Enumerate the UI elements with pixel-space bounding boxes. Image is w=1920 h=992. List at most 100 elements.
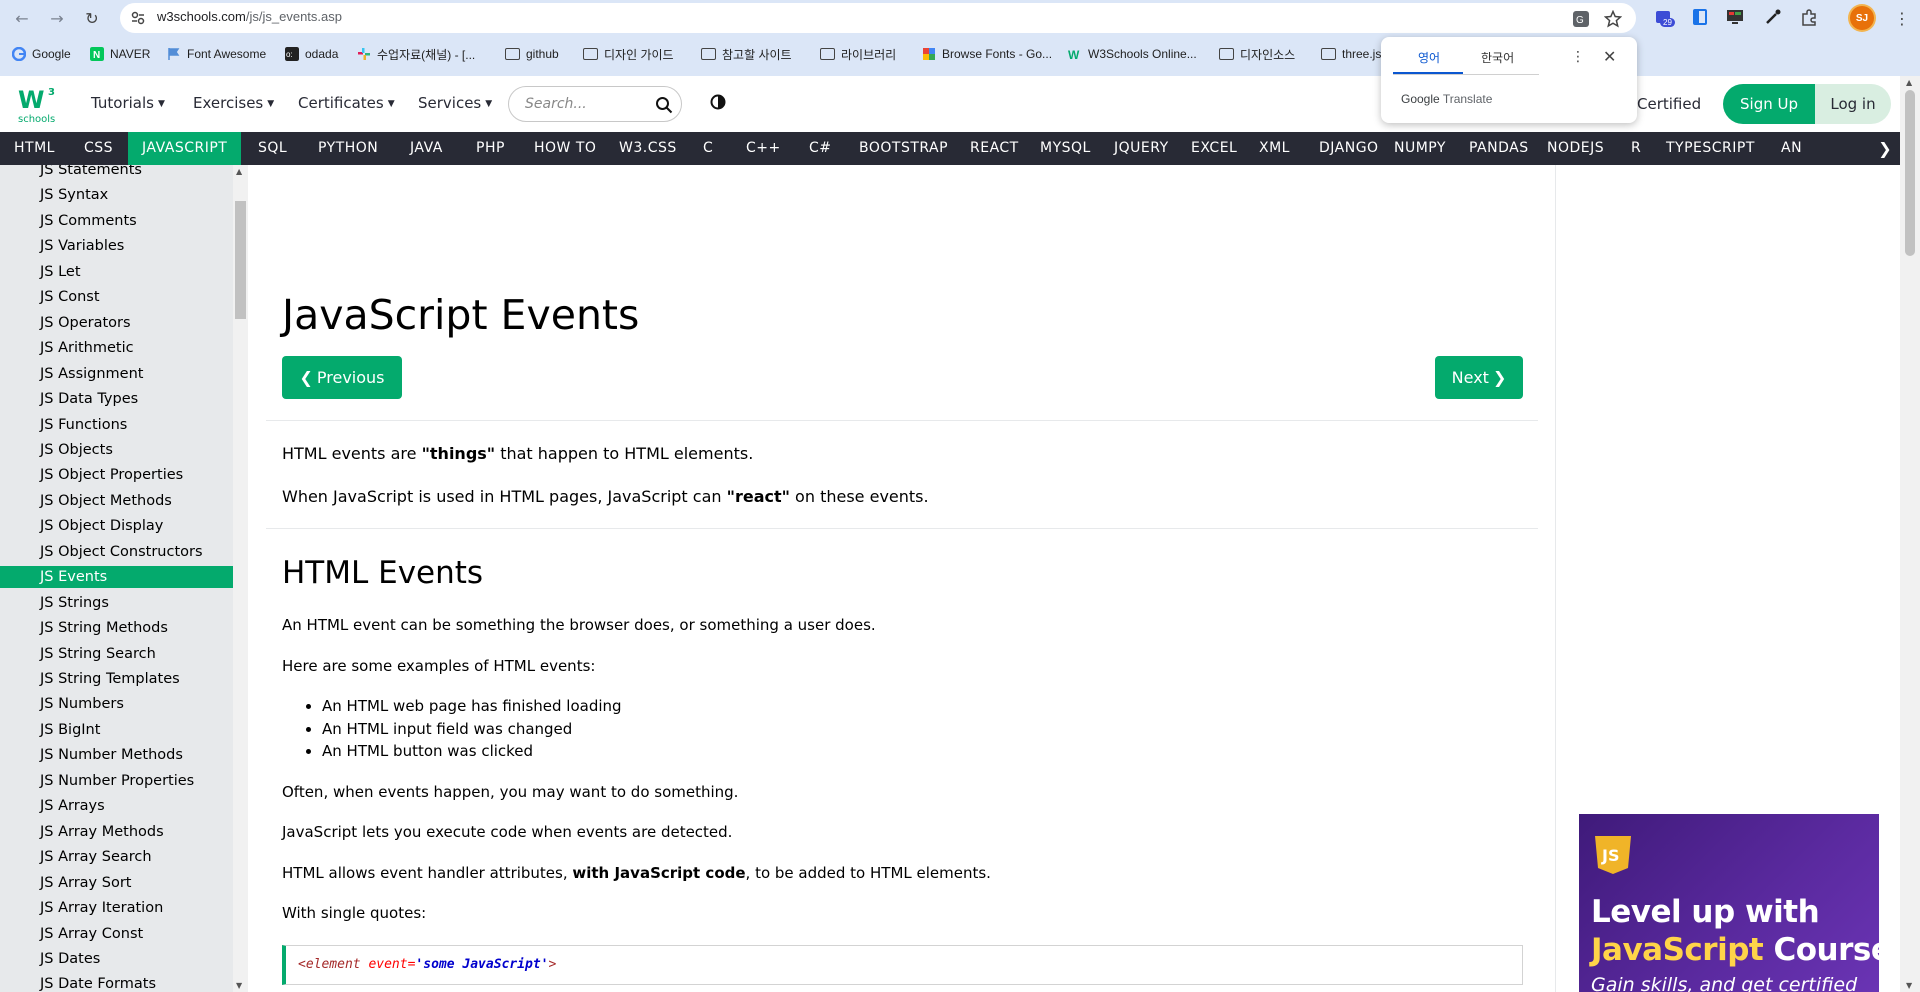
sidebar-item-js-comments[interactable]: JS Comments	[0, 210, 233, 232]
subject-tab-jquery[interactable]: JQUERY	[1100, 132, 1183, 165]
sidebar-item-js-operators[interactable]: JS Operators	[0, 312, 233, 334]
sidebar-item-js-objects[interactable]: JS Objects	[0, 439, 233, 461]
bookmark-design-source[interactable]: 디자인소스	[1219, 44, 1295, 64]
subject-tab-css[interactable]: CSS	[70, 132, 127, 165]
sidebar-scrollbar[interactable]: ▲ ▼	[233, 165, 248, 992]
bookmark-slack[interactable]: 수업자료(채널) - [...	[357, 44, 475, 64]
subject-tab-python[interactable]: PYTHON	[304, 132, 392, 165]
bookmark-font-awesome[interactable]: Font Awesome	[167, 44, 266, 64]
url-text[interactable]: w3schools.com/js/js_events.asp	[157, 9, 342, 24]
sidebar-item-js-syntax[interactable]: JS Syntax	[0, 184, 233, 206]
translate-source-tab[interactable]: 영어	[1418, 49, 1440, 66]
more-options-icon[interactable]: ⋮	[1571, 49, 1585, 65]
previous-button[interactable]: ❮ Previous	[282, 356, 402, 399]
sidebar-item-js-array-sort[interactable]: JS Array Sort	[0, 872, 233, 894]
translate-icon[interactable]: G	[1572, 10, 1590, 28]
back-icon[interactable]: ←	[12, 8, 32, 28]
sidebar-item-js-string-templates[interactable]: JS String Templates	[0, 668, 233, 690]
subject-tab-c[interactable]: C	[689, 132, 727, 165]
subject-tab-typescript[interactable]: TYPESCRIPT	[1652, 132, 1769, 165]
subject-tab-r[interactable]: R	[1617, 132, 1655, 165]
sidebar-item-js-arithmetic[interactable]: JS Arithmetic	[0, 337, 233, 359]
subject-tab-c-[interactable]: C#	[795, 132, 846, 165]
page-scroll-thumb[interactable]	[1905, 90, 1915, 256]
sidebar-item-js-array-methods[interactable]: JS Array Methods	[0, 821, 233, 843]
log-in-button[interactable]: Log in	[1815, 84, 1891, 124]
profile-avatar[interactable]: SJ	[1850, 6, 1874, 30]
w3schools-logo[interactable]: W 3 schools	[16, 84, 60, 124]
sidebar-item-js-bigint[interactable]: JS BigInt	[0, 719, 233, 741]
subject-tab-numpy[interactable]: NUMPY	[1380, 132, 1460, 165]
subject-tab-w3-css[interactable]: W3.CSS	[605, 132, 691, 165]
exercises-menu[interactable]: Exercises ▼	[193, 94, 274, 112]
sidebar-item-js-numbers[interactable]: JS Numbers	[0, 693, 233, 715]
monitor-extension-icon[interactable]	[1725, 7, 1745, 27]
bookmark-library[interactable]: 라이브러리	[820, 44, 896, 64]
bookmark-github[interactable]: github	[505, 44, 559, 64]
scroll-down-icon[interactable]: ▼	[1906, 981, 1912, 990]
subject-tab-pandas[interactable]: PANDAS	[1455, 132, 1543, 165]
services-menu[interactable]: Services ▼	[418, 94, 492, 112]
sidebar-item-js-events[interactable]: JS Events	[0, 566, 233, 589]
subject-tab-java[interactable]: JAVA	[396, 132, 457, 165]
sidebar-item-js-object-constructors[interactable]: JS Object Constructors	[0, 541, 233, 563]
bookmark-w3schools[interactable]: W W3Schools Online...	[1068, 44, 1197, 64]
contrast-toggle-icon[interactable]	[710, 94, 726, 110]
search-icon[interactable]	[655, 96, 673, 114]
subject-tab-an[interactable]: AN	[1767, 132, 1816, 165]
sidebar-item-js-statements[interactable]: JS Statements	[0, 165, 233, 181]
sidebar-item-js-date-formats[interactable]: JS Date Formats	[0, 973, 233, 992]
sidebar-item-js-string-search[interactable]: JS String Search	[0, 643, 233, 665]
subject-tab-excel[interactable]: EXCEL	[1177, 132, 1251, 165]
sidebar-item-js-number-methods[interactable]: JS Number Methods	[0, 744, 233, 766]
sidebar-item-js-number-properties[interactable]: JS Number Properties	[0, 770, 233, 792]
sidebar-item-js-assignment[interactable]: JS Assignment	[0, 363, 233, 385]
certificates-menu[interactable]: Certificates ▼	[298, 94, 395, 112]
subject-tab-javascript[interactable]: JAVASCRIPT	[128, 132, 242, 165]
sidebar-item-js-array-search[interactable]: JS Array Search	[0, 846, 233, 868]
bookmark-google[interactable]: Google	[12, 44, 71, 64]
sidebar-item-js-array-iteration[interactable]: JS Array Iteration	[0, 897, 233, 919]
sidebar-item-js-data-types[interactable]: JS Data Types	[0, 388, 233, 410]
sidebar-item-js-arrays[interactable]: JS Arrays	[0, 795, 233, 817]
bookmark-design-guide[interactable]: 디자인 가이드	[583, 44, 674, 64]
bookmark-threejs[interactable]: three.js	[1321, 44, 1381, 64]
sidebar-item-js-functions[interactable]: JS Functions	[0, 414, 233, 436]
sidebar-item-js-object-display[interactable]: JS Object Display	[0, 515, 233, 537]
subject-tab-nodejs[interactable]: NODEJS	[1533, 132, 1618, 165]
sign-up-button[interactable]: Sign Up	[1723, 84, 1815, 124]
scroll-up-icon[interactable]: ▲	[1906, 78, 1912, 87]
chevron-right-icon[interactable]: ❯	[1870, 132, 1900, 165]
sidebar-item-js-const[interactable]: JS Const	[0, 286, 233, 308]
subject-tab-how-to[interactable]: HOW TO	[520, 132, 610, 165]
javascript-course-ad[interactable]: JS Level up with JavaScript Course Gain …	[1579, 814, 1879, 992]
subject-tab-bootstrap[interactable]: BOOTSTRAP	[845, 132, 962, 165]
subject-tab-html[interactable]: HTML	[0, 132, 69, 165]
subject-tab-react[interactable]: REACT	[956, 132, 1033, 165]
sidebar-item-js-object-methods[interactable]: JS Object Methods	[0, 490, 233, 512]
subject-tab-php[interactable]: PHP	[462, 132, 519, 165]
bookmark-google-fonts[interactable]: Browse Fonts - Go...	[922, 44, 1052, 64]
sidebar-item-js-let[interactable]: JS Let	[0, 261, 233, 283]
reader-icon[interactable]	[1690, 7, 1710, 27]
reload-icon[interactable]: ↻	[82, 8, 102, 28]
subject-tab-mysql[interactable]: MYSQL	[1026, 132, 1105, 165]
next-button[interactable]: Next ❯	[1435, 356, 1523, 399]
browser-menu-icon[interactable]: ⋮	[1892, 8, 1912, 28]
bookmark-odada[interactable]: o: odada	[285, 44, 338, 64]
star-icon[interactable]	[1604, 10, 1622, 28]
forward-icon[interactable]: →	[47, 8, 67, 28]
subject-tab-c-[interactable]: C++	[732, 132, 795, 165]
site-settings-icon[interactable]	[130, 10, 146, 26]
bookmark-naver[interactable]: N NAVER	[90, 44, 150, 64]
sidebar-item-js-string-methods[interactable]: JS String Methods	[0, 617, 233, 639]
search-input[interactable]: Search...	[508, 86, 682, 122]
close-icon[interactable]: ✕	[1603, 47, 1616, 66]
subject-tab-xml[interactable]: XML	[1245, 132, 1304, 165]
sidebar-item-js-array-const[interactable]: JS Array Const	[0, 923, 233, 945]
certified-link[interactable]: Certified	[1637, 95, 1701, 113]
scroll-down-icon[interactable]: ▼	[236, 981, 242, 990]
eyedropper-icon[interactable]	[1763, 7, 1783, 27]
puzzle-icon[interactable]	[1799, 7, 1819, 27]
bookmark-reference-sites[interactable]: 참고할 사이트	[701, 44, 792, 64]
